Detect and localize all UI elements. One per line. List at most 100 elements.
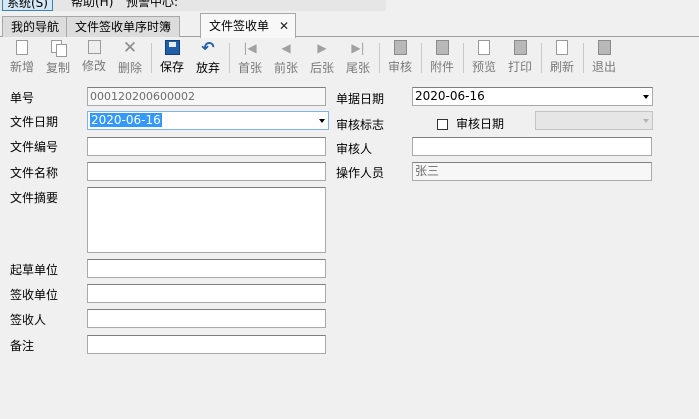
file-date-picker[interactable]: 2020-06-16 [87, 111, 329, 130]
attachment-icon [435, 40, 449, 55]
bill-date-picker[interactable]: 2020-06-16 [412, 87, 653, 106]
prev-button[interactable]: ◀ 前张 [269, 40, 303, 76]
last-label: 尾张 [345, 61, 370, 75]
audit-date-picker [535, 111, 653, 130]
receiver-label: 签收人 [10, 313, 47, 327]
delete-label: 删除 [117, 61, 142, 75]
first-button[interactable]: |◀ 首张 [233, 40, 267, 76]
toolbar-separator [583, 43, 584, 73]
exit-icon [597, 40, 611, 55]
toolbar-separator [229, 43, 230, 73]
last-button[interactable]: ▶| 尾张 [341, 40, 375, 76]
tab-bar: 我的导航 文件签收单序时簿 文件签收单 ✕ [0, 13, 699, 38]
first-label: 首张 [237, 61, 262, 75]
operator-label: 操作人员 [336, 166, 385, 180]
tab-label: 文件签收单 [209, 19, 270, 33]
undo-button[interactable]: ↶ 放弃 [191, 40, 225, 76]
undo-label: 放弃 [195, 61, 220, 75]
print-button[interactable]: 打印 [503, 40, 537, 76]
menu-warning-center[interactable]: 预警中心: [126, 0, 178, 11]
bill-date-value: 2020-06-16 [415, 89, 485, 103]
attach-button[interactable]: 附件 [425, 40, 459, 76]
toolbar-separator [541, 43, 542, 73]
file-no-label: 文件编号 [10, 140, 59, 154]
copy-label: 复制 [45, 61, 70, 75]
toolbar-separator [151, 43, 152, 73]
file-name-field[interactable] [87, 162, 326, 181]
tab-file-receipt[interactable]: 文件签收单 ✕ [200, 13, 297, 38]
menu-bar: 系统(S) 帮助(H) 预警中心: [0, 0, 386, 11]
file-date-value: 2020-06-16 [90, 113, 162, 127]
chevron-down-icon[interactable] [643, 95, 649, 99]
save-button[interactable]: 保存 [155, 40, 189, 76]
preview-button[interactable]: 预览 [467, 40, 501, 76]
exit-label: 退出 [591, 60, 616, 74]
operator-field: 张三 [412, 162, 652, 181]
new-label: 新增 [9, 60, 34, 74]
audit-flag-label: 审核标志 [336, 118, 385, 132]
prev-label: 前张 [273, 61, 298, 75]
audit-icon [393, 40, 407, 55]
tab-file-receipt-journal[interactable]: 文件签收单序时簿 [66, 16, 181, 37]
preview-icon [478, 40, 490, 55]
menu-system[interactable]: 系统(S) [2, 0, 53, 11]
preview-label: 预览 [471, 60, 496, 74]
chevron-down-icon [643, 119, 649, 123]
toolbar-separator [379, 43, 380, 73]
auditor-label: 审核人 [336, 142, 373, 156]
exit-button[interactable]: 退出 [587, 40, 621, 76]
audit-button[interactable]: 审核 [383, 40, 417, 76]
doc-no-field[interactable]: 000120200600002 [87, 87, 326, 106]
delete-button[interactable]: ✕ 删除 [113, 40, 147, 76]
new-document-icon [16, 40, 28, 55]
remark-label: 备注 [10, 339, 35, 353]
undo-icon: ↶ [201, 38, 215, 57]
tab-label: 我的导航 [11, 20, 60, 34]
bill-date-label: 单据日期 [336, 92, 385, 106]
file-name-label: 文件名称 [10, 166, 59, 180]
copy-button[interactable]: 复制 [41, 40, 75, 76]
receiver-field[interactable] [87, 309, 326, 328]
prev-icon: ◀ [281, 41, 291, 55]
tab-my-navigation[interactable]: 我的导航 [2, 16, 69, 37]
menu-help[interactable]: 帮助(H) [71, 0, 113, 11]
toolbar-separator [421, 43, 422, 73]
tab-label: 文件签收单序时簿 [75, 20, 172, 34]
draft-unit-field[interactable] [87, 259, 326, 278]
new-button[interactable]: 新增 [5, 40, 39, 76]
summary-label: 文件摘要 [10, 191, 59, 205]
chevron-down-icon[interactable] [319, 119, 325, 123]
audit-flag-checkbox[interactable] [437, 119, 448, 130]
attach-label: 附件 [429, 60, 454, 74]
file-no-field[interactable] [87, 137, 326, 156]
receiving-unit-label: 签收单位 [10, 288, 59, 302]
remark-field[interactable] [87, 335, 326, 354]
print-label: 打印 [507, 60, 532, 74]
delete-icon: ✕ [122, 38, 138, 58]
first-icon: |◀ [243, 41, 257, 55]
toolbar-separator [463, 43, 464, 73]
toolbar: 新增 复制 修改 ✕ 删除 保存 ↶ 放弃 |◀ 首张 ◀ 前张 ▶ 后张 ▶|… [0, 37, 699, 77]
refresh-icon [556, 40, 568, 55]
audit-label: 审核 [387, 60, 412, 74]
close-icon[interactable]: ✕ [279, 19, 289, 33]
edit-label: 修改 [81, 59, 106, 73]
save-icon [164, 40, 180, 55]
file-date-label: 文件日期 [10, 115, 59, 129]
refresh-label: 刷新 [549, 60, 574, 74]
refresh-button[interactable]: 刷新 [545, 40, 579, 76]
next-button[interactable]: ▶ 后张 [305, 40, 339, 76]
next-label: 后张 [309, 61, 334, 75]
summary-textarea[interactable] [87, 187, 326, 253]
edit-button[interactable]: 修改 [77, 40, 111, 76]
auditor-field[interactable] [412, 137, 652, 156]
printer-icon [513, 40, 527, 55]
save-label: 保存 [159, 60, 184, 74]
next-icon: ▶ [317, 41, 327, 55]
audit-date-label: 审核日期 [456, 117, 505, 131]
edit-icon [87, 40, 101, 54]
receiving-unit-field[interactable] [87, 284, 326, 303]
last-icon: ▶| [351, 41, 365, 55]
doc-no-label: 单号 [10, 91, 35, 105]
copy-icon [50, 40, 67, 57]
